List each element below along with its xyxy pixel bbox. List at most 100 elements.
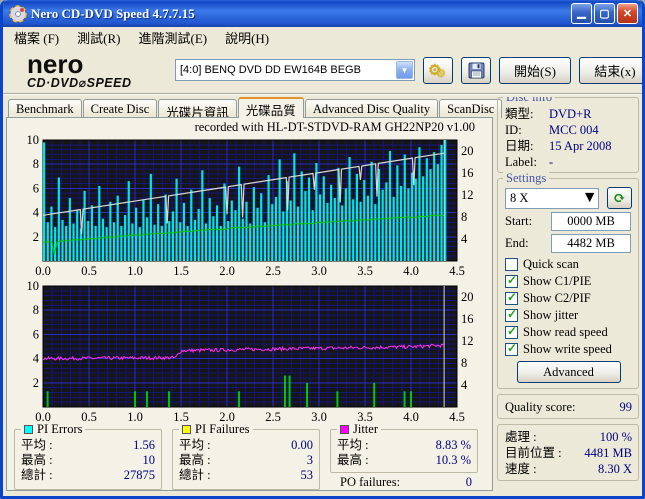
disc-date-label: 日期:	[505, 139, 534, 153]
quality-score-value: 99	[619, 400, 633, 414]
close-icon: ✕	[622, 8, 633, 20]
pi-failures-avg: 0.00	[291, 438, 313, 452]
svg-text:2: 2	[33, 376, 39, 390]
drive-selector-value: [4:0] BENQ DVD DD EW164B BEGB	[180, 64, 361, 76]
checkbox-label: Show C2/PIF	[523, 290, 591, 305]
checkbox-show-c1-pie[interactable]: Show C1/PIE	[505, 273, 632, 289]
pi-errors-swatch	[24, 425, 33, 434]
checkbox-box	[505, 273, 518, 288]
save-button[interactable]	[461, 56, 491, 84]
svg-text:4: 4	[33, 206, 40, 220]
progress-value: 100 %	[599, 430, 632, 444]
maximize-icon: ▢	[599, 8, 610, 20]
settings-title: Settings	[503, 171, 550, 186]
svg-text:20: 20	[461, 290, 474, 304]
svg-text:8: 8	[33, 157, 39, 171]
end-input[interactable]: 4482 MB	[551, 234, 631, 253]
start-button[interactable]: 開始(S)	[499, 56, 571, 84]
jitter-box: Jitter 平均 : 8.83 % 最高 : 10.3 %	[330, 422, 478, 473]
checkbox-show-write-speed[interactable]: Show write speed	[505, 341, 632, 357]
po-failures-row: PO failures: 0	[330, 473, 480, 490]
quality-score-label: Quality score:	[505, 400, 576, 414]
close-button[interactable]: ✕	[617, 3, 638, 24]
refresh-icon: ⟳	[613, 190, 626, 207]
exit-button[interactable]: 結束(x)	[579, 56, 642, 84]
speed-selector[interactable]: 8 X ▼	[505, 187, 599, 209]
drive-selector[interactable]: [4:0] BENQ DVD DD EW164B BEGB ▼	[175, 59, 415, 81]
toolbar: nero CD·DVD⌀SPEED [4:0] BENQ DVD DD EW16…	[3, 47, 642, 94]
total-label: 總計 :	[21, 468, 53, 482]
tab-page: recorded with HL-DT-STDVD-RAM GH22NP20 v…	[6, 117, 493, 491]
pi-errors-box: PI Errors 平均 : 1.56 最高 : 10 總計 : 27875	[14, 422, 162, 490]
jitter-avg: 8.83 %	[435, 438, 471, 452]
checkbox-show-c2-pif[interactable]: Show C2/PIF	[505, 290, 632, 306]
checkbox-box	[505, 307, 518, 322]
chevron-down-icon[interactable]: ▼	[396, 61, 413, 79]
svg-text:4: 4	[33, 352, 40, 366]
gears-icon: ⚙ ⚙	[428, 63, 446, 80]
chevron-down-icon[interactable]: ▼	[582, 189, 598, 207]
avg-label: 平均 :	[337, 438, 369, 452]
tab-strip: Benchmark Create Disc 光碟片資訊 光碟品質 Advance…	[6, 97, 503, 120]
checkbox-label: Show read speed	[523, 324, 608, 339]
tab-benchmark[interactable]: Benchmark	[8, 99, 82, 118]
svg-text:16: 16	[461, 166, 474, 180]
checkbox-show-jitter[interactable]: Show jitter	[505, 307, 632, 323]
menu-advanced-test[interactable]: 進階測試(E)	[129, 27, 216, 48]
tab-disc-info[interactable]: 光碟片資訊	[158, 99, 237, 120]
svg-text:8: 8	[461, 210, 467, 224]
disc-label-label: Label:	[505, 155, 537, 169]
svg-text:12: 12	[461, 334, 474, 348]
tab-create-disc[interactable]: Create Disc	[82, 99, 158, 118]
svg-text:1.0: 1.0	[127, 410, 143, 424]
disc-id-label: ID:	[505, 123, 522, 137]
svg-text:4.0: 4.0	[403, 410, 419, 424]
menu-test[interactable]: 測試(R)	[68, 27, 129, 48]
quality-score-group: Quality score: 99	[497, 394, 639, 419]
max-label: 最高 :	[337, 453, 369, 467]
nero-logo: nero CD·DVD⌀SPEED	[27, 48, 132, 90]
svg-text:3.0: 3.0	[311, 410, 327, 424]
tab-disc-quality[interactable]: 光碟品質	[237, 97, 304, 118]
pi-errors-avg: 1.56	[133, 438, 155, 452]
disc-type-label: 類型:	[505, 107, 534, 121]
app-icon	[9, 4, 27, 23]
jitter-swatch	[340, 425, 349, 434]
pi-failures-total: 53	[300, 468, 314, 482]
position-label: 目前位置 :	[505, 446, 562, 460]
checkbox-quick-scan[interactable]: Quick scan	[505, 256, 632, 272]
tab-scandisc[interactable]: ScanDisc	[439, 99, 503, 118]
app-window: Nero CD-DVD Speed 4.7.7.15 ▁ ▢ ✕ 檔案 (F) …	[0, 0, 645, 499]
maximize-button[interactable]: ▢	[594, 3, 615, 24]
pi-errors-max: 10	[142, 453, 156, 467]
svg-text:16: 16	[461, 312, 474, 326]
advanced-button[interactable]: Advanced	[516, 361, 621, 383]
svg-text:2.0: 2.0	[219, 264, 235, 278]
checkbox-label: Show C1/PIE	[523, 273, 592, 288]
svg-text:2.5: 2.5	[265, 264, 281, 278]
max-label: 最高 :	[179, 453, 211, 467]
minimize-button[interactable]: ▁	[571, 3, 592, 24]
tab-advanced-disc-quality[interactable]: Advanced Disc Quality	[304, 99, 439, 118]
checkbox-box	[505, 324, 518, 339]
svg-text:2.5: 2.5	[265, 410, 281, 424]
svg-text:0.0: 0.0	[35, 264, 51, 278]
refresh-button[interactable]: ⟳	[606, 187, 632, 209]
title-bar: Nero CD-DVD Speed 4.7.7.15 ▁ ▢ ✕	[3, 0, 642, 27]
menu-help[interactable]: 說明(H)	[216, 27, 278, 48]
total-label: 總計 :	[179, 468, 211, 482]
speed-label: 速度 :	[505, 462, 537, 476]
checkbox-show-read-speed[interactable]: Show read speed	[505, 324, 632, 340]
checkbox-box	[505, 341, 518, 356]
disc-date-value: 15 Apr 2008	[549, 139, 612, 153]
pi-failures-box: PI Failures 平均 : 0.00 最高 : 3 總計 : 53	[172, 422, 320, 490]
progress-label: 處理 :	[505, 430, 537, 444]
pi-errors-title: PI Errors	[37, 422, 83, 436]
start-input[interactable]: 0000 MB	[551, 212, 631, 231]
menu-file[interactable]: 檔案 (F)	[5, 27, 68, 48]
svg-text:0.5: 0.5	[81, 264, 97, 278]
disc-info-title: Disc info	[503, 97, 556, 105]
svg-text:4.5: 4.5	[449, 410, 465, 424]
window-title: Nero CD-DVD Speed 4.7.7.15	[31, 5, 195, 21]
options-button[interactable]: ⚙ ⚙	[423, 56, 453, 84]
